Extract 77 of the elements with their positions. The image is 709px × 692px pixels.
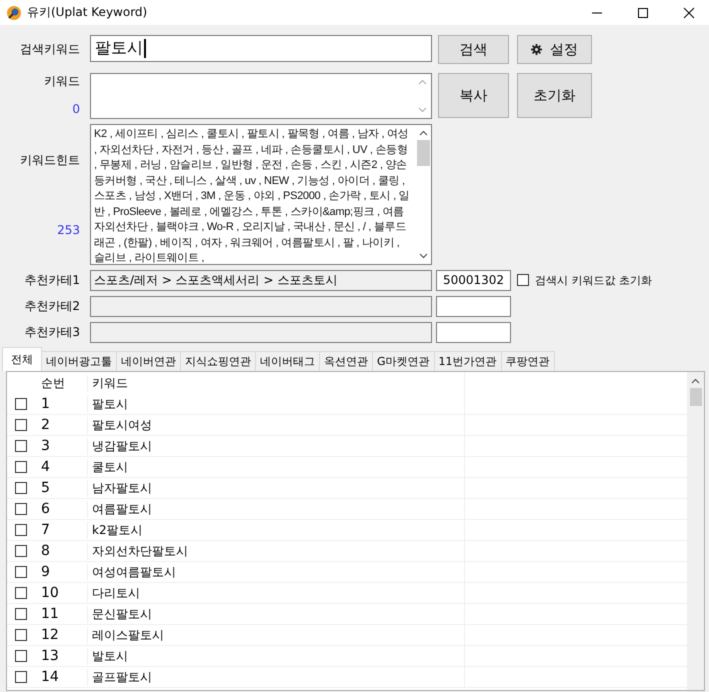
copy-button[interactable]: 복사 — [438, 73, 509, 118]
scrollbar-thumb[interactable] — [690, 388, 702, 406]
table-cell: 남자팔토시 — [87, 480, 464, 496]
tab[interactable]: 전체 — [2, 347, 42, 371]
checkbox[interactable] — [15, 524, 27, 536]
table-cell-text: 12 — [40, 627, 60, 643]
category-label: 추천카테2 — [24, 298, 80, 312]
search-button[interactable]: 검색 — [438, 35, 509, 64]
table-cell: 다리토시 — [87, 584, 464, 602]
checkbox[interactable] — [15, 398, 27, 410]
keyword-hint-area[interactable]: K2 , 세이프티 , 심리스 , 쿨토시 , 팔토시 , 팔목형 , 여름 , 남자 , 여성 , 자외선차단 , 자전거 , 등산 , 골프 , 네파 , 손등쿨토시 , UV , 손등형 , 무봉제 , 러닝 , 암슬리브 , 일반형 , 운전 , 손등 , 스킨 , 시즌2 , 양손등커버형 , 국산 , 테니스 , 살색 , uv , NEW , 기능성 , 아이더 , 쿨링 , 스포츠 , 남성 , X밴더 , 3M , 운동 , 야외 , PS2000 , 손가락 , 토시 , 일반 , ProSleeve , 볼레로 , 에멜강스 , 투톤 , 스카이&amp;핑크 , 여름자외선차단 , 블랙야크 , Wo-R , 오리지날 , 국내산 , 문신 , / , 블루드래곤 , (한팔) , 베이직 , 여자 , 워크웨어 , 여름팔토시 , 팔 , 나이키 , 슬리브 , 라이트웨이트 , — [90, 124, 432, 265]
scroll-down-icon[interactable] — [418, 253, 428, 259]
table-cell-text: 13 — [40, 648, 60, 664]
table-cell: 팔토시여성 — [87, 416, 464, 434]
table-cell-text: 8 — [40, 543, 51, 559]
checkbox[interactable] — [15, 461, 27, 473]
table-cell-text: 14 — [40, 669, 60, 685]
checkbox[interactable] — [15, 566, 27, 578]
table-cell-text: 2 — [40, 417, 51, 433]
scrollbar[interactable] — [687, 372, 704, 690]
checkbox[interactable] — [15, 650, 27, 662]
table-cell: 팔토시 — [87, 396, 464, 412]
table-cell-text: 4 — [40, 459, 51, 475]
app-logo-icon — [6, 4, 22, 20]
table-cell-text: 7 — [40, 522, 51, 538]
table-cell: 자외선차단팔토시 — [87, 542, 464, 560]
checkbox[interactable] — [15, 545, 27, 557]
category-code-field[interactable] — [436, 322, 511, 342]
scroll-up-icon[interactable] — [418, 130, 428, 136]
checkbox-label: 검색시 키워드값 초기화 — [535, 272, 652, 288]
maximize-icon[interactable] — [637, 6, 649, 18]
tab[interactable]: 쿠팡연관 — [500, 351, 555, 371]
table-cell: 레이스팔토시 — [87, 626, 464, 644]
table-cell-text: 6 — [40, 501, 51, 517]
table-cell-text: 11 — [40, 606, 60, 622]
table-cell-text: 3 — [40, 438, 51, 454]
category-label: 추천카테1 — [24, 272, 80, 286]
column-header[interactable]: 키워드 — [87, 374, 464, 392]
keyword-label: 키워드 — [44, 73, 80, 90]
checkbox[interactable] — [15, 671, 27, 683]
table-cell: k2팔토시 — [87, 522, 464, 538]
keyword-hint-label: 키워드힌트 — [20, 152, 80, 169]
table-cell: 발토시 — [87, 648, 464, 664]
checkbox[interactable] — [15, 608, 27, 620]
table-cell: 쿨토시 — [87, 458, 464, 476]
search-field[interactable]: 팔토시 — [90, 35, 432, 62]
settings-button[interactable]: 설정 — [517, 35, 592, 64]
table-cell: 골프팔토시 — [87, 668, 464, 686]
scroll-up-icon[interactable] — [691, 378, 700, 384]
search-keyword-label: 검색키워드 — [20, 42, 80, 56]
close-icon[interactable] — [683, 6, 695, 18]
scrollbar-thumb[interactable] — [416, 140, 430, 166]
column-header[interactable]: 순번 — [35, 374, 87, 392]
category-label: 추천카테3 — [24, 324, 80, 338]
checkbox[interactable] — [15, 587, 27, 599]
reset-button[interactable]: 초기화 — [517, 73, 592, 118]
checkbox[interactable] — [15, 419, 27, 431]
window-title: 유키(Uplat Keyword) — [27, 4, 148, 21]
gear-icon — [531, 44, 542, 55]
table-cell-text: 9 — [40, 564, 51, 580]
table-cell: 냉감팔토시 — [87, 438, 464, 454]
checkbox[interactable] — [15, 503, 27, 515]
table-cell-text: 10 — [40, 585, 60, 601]
category-code-field[interactable]: 50001302 — [436, 270, 511, 290]
checkbox[interactable] — [517, 274, 529, 286]
keyword-hint-count: 253 — [57, 223, 80, 237]
table-cell: 여름팔토시 — [87, 500, 464, 518]
table-cell-text: 1 — [40, 396, 51, 412]
keyword-count: 0 — [72, 102, 80, 116]
checkbox[interactable] — [15, 482, 27, 494]
category-path-field: 스포츠/레저 > 스포츠액세서리 > 스포츠토시 — [90, 270, 432, 290]
checkbox[interactable] — [15, 440, 27, 452]
checkbox[interactable] — [15, 629, 27, 641]
table-cell: 문신팔토시 — [87, 606, 464, 622]
table-cell-text: 5 — [40, 480, 51, 496]
table-cell: 여성여름팔토시 — [87, 564, 464, 580]
category-code-field[interactable] — [436, 296, 511, 316]
